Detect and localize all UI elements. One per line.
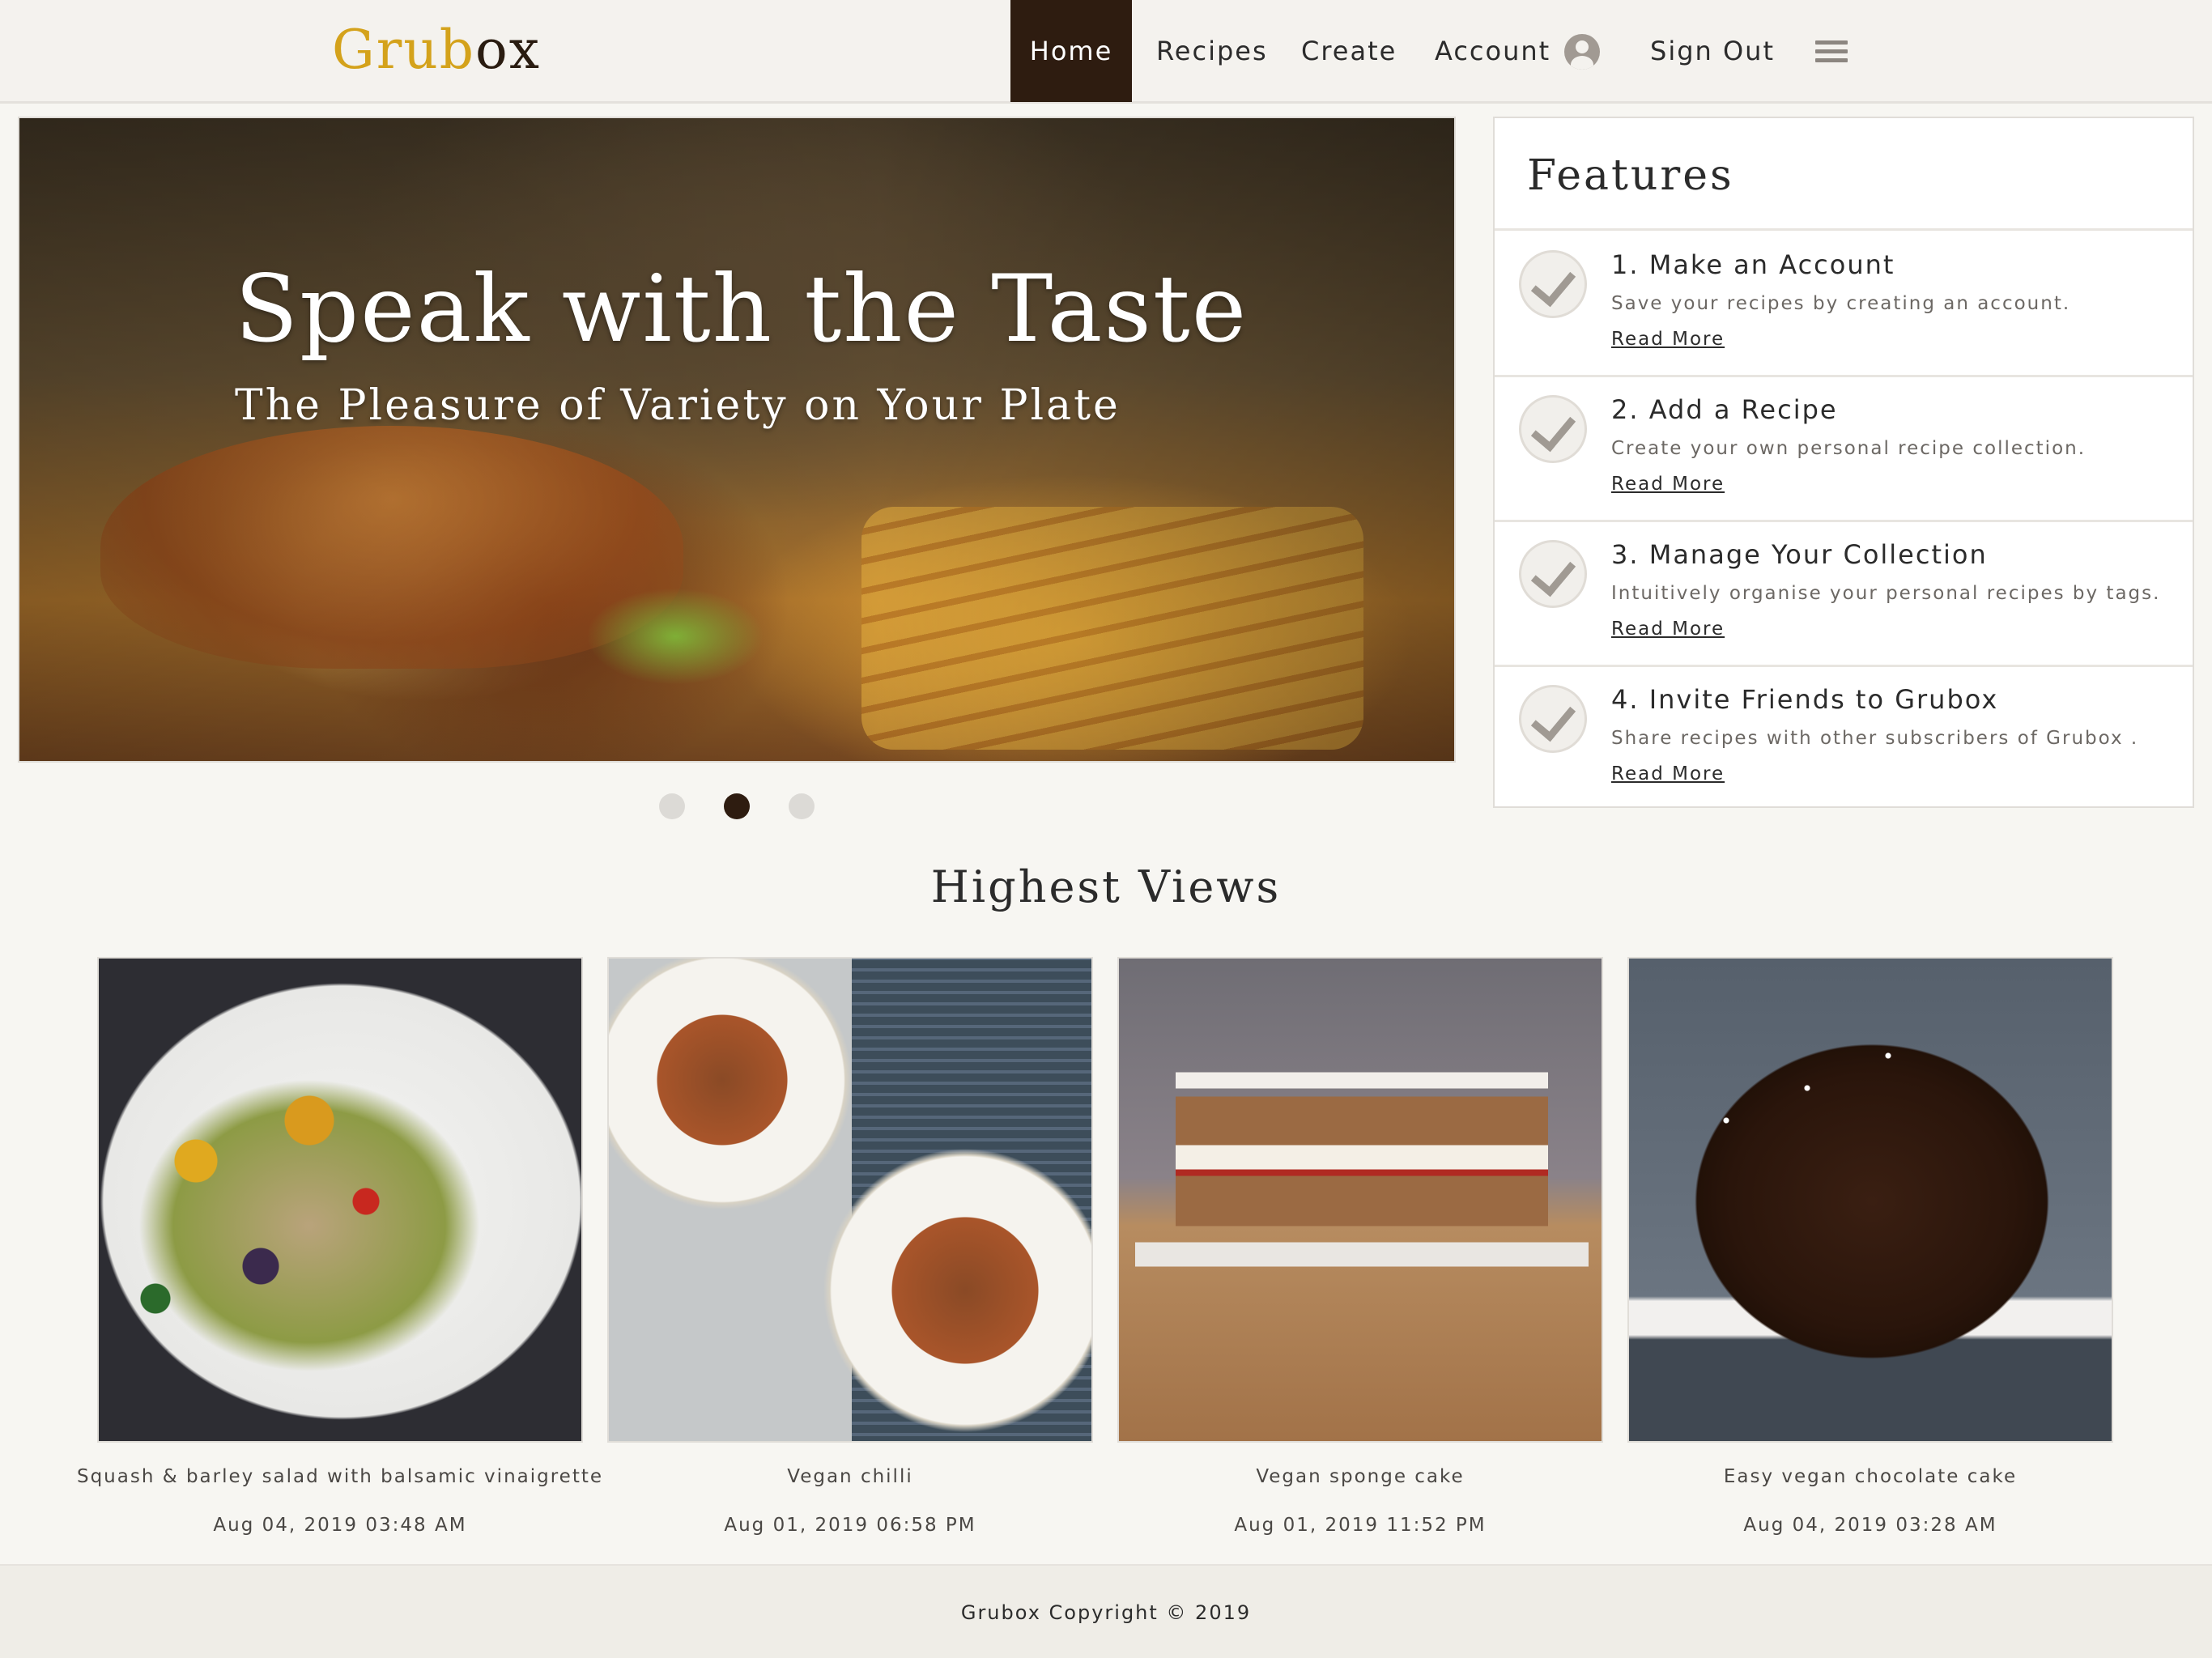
check-icon xyxy=(1519,395,1587,463)
logo-part-2: ox xyxy=(475,19,541,81)
feature-title: 4. Invite Friends to Grubox xyxy=(1611,684,1999,715)
feature-title: 3. Manage Your Collection xyxy=(1611,539,1988,570)
recipe-card[interactable]: Vegan sponge cake Aug 01, 2019 11:52 PM xyxy=(1117,957,1603,1556)
read-more-link[interactable]: Read More xyxy=(1611,326,1725,352)
hero-subtitle: The Pleasure of Variety on Your Plate xyxy=(235,381,1121,430)
recipe-image[interactable] xyxy=(607,957,1093,1443)
carousel-dot-2[interactable] xyxy=(724,793,750,819)
menu-bar xyxy=(1815,49,1848,53)
feature-item: 3. Manage Your Collection Intuitively or… xyxy=(1495,521,2193,665)
read-more-link[interactable]: Read More xyxy=(1611,616,1725,642)
feature-description: Create your own personal recipe collecti… xyxy=(1611,438,2087,459)
feature-item: 4. Invite Friends to Grubox Share recipe… xyxy=(1495,665,2193,810)
recipe-card[interactable]: Squash & barley salad with balsamic vina… xyxy=(77,957,602,1556)
nav-home[interactable]: Home xyxy=(1010,0,1132,102)
feature-description: Intuitively organise your personal recip… xyxy=(1611,583,2161,604)
check-icon xyxy=(1519,250,1587,318)
recipe-image[interactable] xyxy=(1627,957,2113,1443)
nav-create[interactable]: Create xyxy=(1301,0,1397,102)
feature-title: 1. Make an Account xyxy=(1611,249,1895,280)
feature-description: Save your recipes by creating an account… xyxy=(1611,293,2071,314)
check-icon xyxy=(1519,540,1587,608)
navbar: Grubox Home Recipes Create Account Sign … xyxy=(0,0,2212,104)
recipe-card[interactable]: Easy vegan chocolate cake Aug 04, 2019 0… xyxy=(1627,957,2113,1556)
recipe-name[interactable]: Squash & barley salad with balsamic vina… xyxy=(73,1464,607,1490)
user-icon-head xyxy=(1576,40,1589,53)
hero-overlay xyxy=(19,118,1454,761)
feature-item: 2. Add a Recipe Create your own personal… xyxy=(1495,376,2193,520)
hero-carousel[interactable]: Speak with the Taste The Pleasure of Var… xyxy=(18,117,1456,763)
recipe-name[interactable]: Vegan chilli xyxy=(583,1464,1117,1490)
menu-bar xyxy=(1815,40,1848,45)
nav-account[interactable]: Account xyxy=(1435,0,1551,102)
menu-bar xyxy=(1815,58,1848,62)
hamburger-menu-icon[interactable] xyxy=(1815,40,1848,65)
check-icon xyxy=(1519,685,1587,753)
recipe-image[interactable] xyxy=(97,957,583,1443)
recipe-date: Aug 04, 2019 03:48 AM xyxy=(213,1515,467,1536)
recipe-card[interactable]: Vegan chilli Aug 01, 2019 06:58 PM xyxy=(607,957,1093,1556)
highest-views-title: Highest Views xyxy=(930,861,1282,912)
logo[interactable]: Grubox xyxy=(332,18,541,83)
recipe-image[interactable] xyxy=(1117,957,1603,1443)
nav-recipes[interactable]: Recipes xyxy=(1156,0,1268,102)
footer: Grubox Copyright © 2019 xyxy=(0,1564,2212,1658)
user-circle-icon[interactable] xyxy=(1564,34,1600,70)
nav-sign-out[interactable]: Sign Out xyxy=(1650,0,1775,102)
read-more-link[interactable]: Read More xyxy=(1611,761,1725,787)
recipe-name[interactable]: Easy vegan chocolate cake xyxy=(1603,1464,2138,1490)
feature-description: Share recipes with other subscribers of … xyxy=(1611,728,2139,749)
features-panel: Features 1. Make an Account Save your re… xyxy=(1493,117,2194,808)
user-icon-shoulders xyxy=(1571,56,1593,70)
copyright-text: Grubox Copyright © 2019 xyxy=(960,1601,1252,1624)
feature-item: 1. Make an Account Save your recipes by … xyxy=(1495,231,2193,375)
recipe-date: Aug 01, 2019 06:58 PM xyxy=(724,1515,976,1536)
recipe-name[interactable]: Vegan sponge cake xyxy=(1093,1464,1627,1490)
hero-title: Speak with the Taste xyxy=(235,255,1249,363)
recipe-date: Aug 01, 2019 11:52 PM xyxy=(1234,1515,1487,1536)
features-title: Features xyxy=(1527,151,1734,200)
feature-title: 2. Add a Recipe xyxy=(1611,394,1838,425)
carousel-dot-3[interactable] xyxy=(789,793,815,819)
carousel-dot-1[interactable] xyxy=(659,793,685,819)
logo-part-1: Grub xyxy=(332,19,476,81)
recipe-date: Aug 04, 2019 03:28 AM xyxy=(1743,1515,1997,1536)
read-more-link[interactable]: Read More xyxy=(1611,471,1725,497)
